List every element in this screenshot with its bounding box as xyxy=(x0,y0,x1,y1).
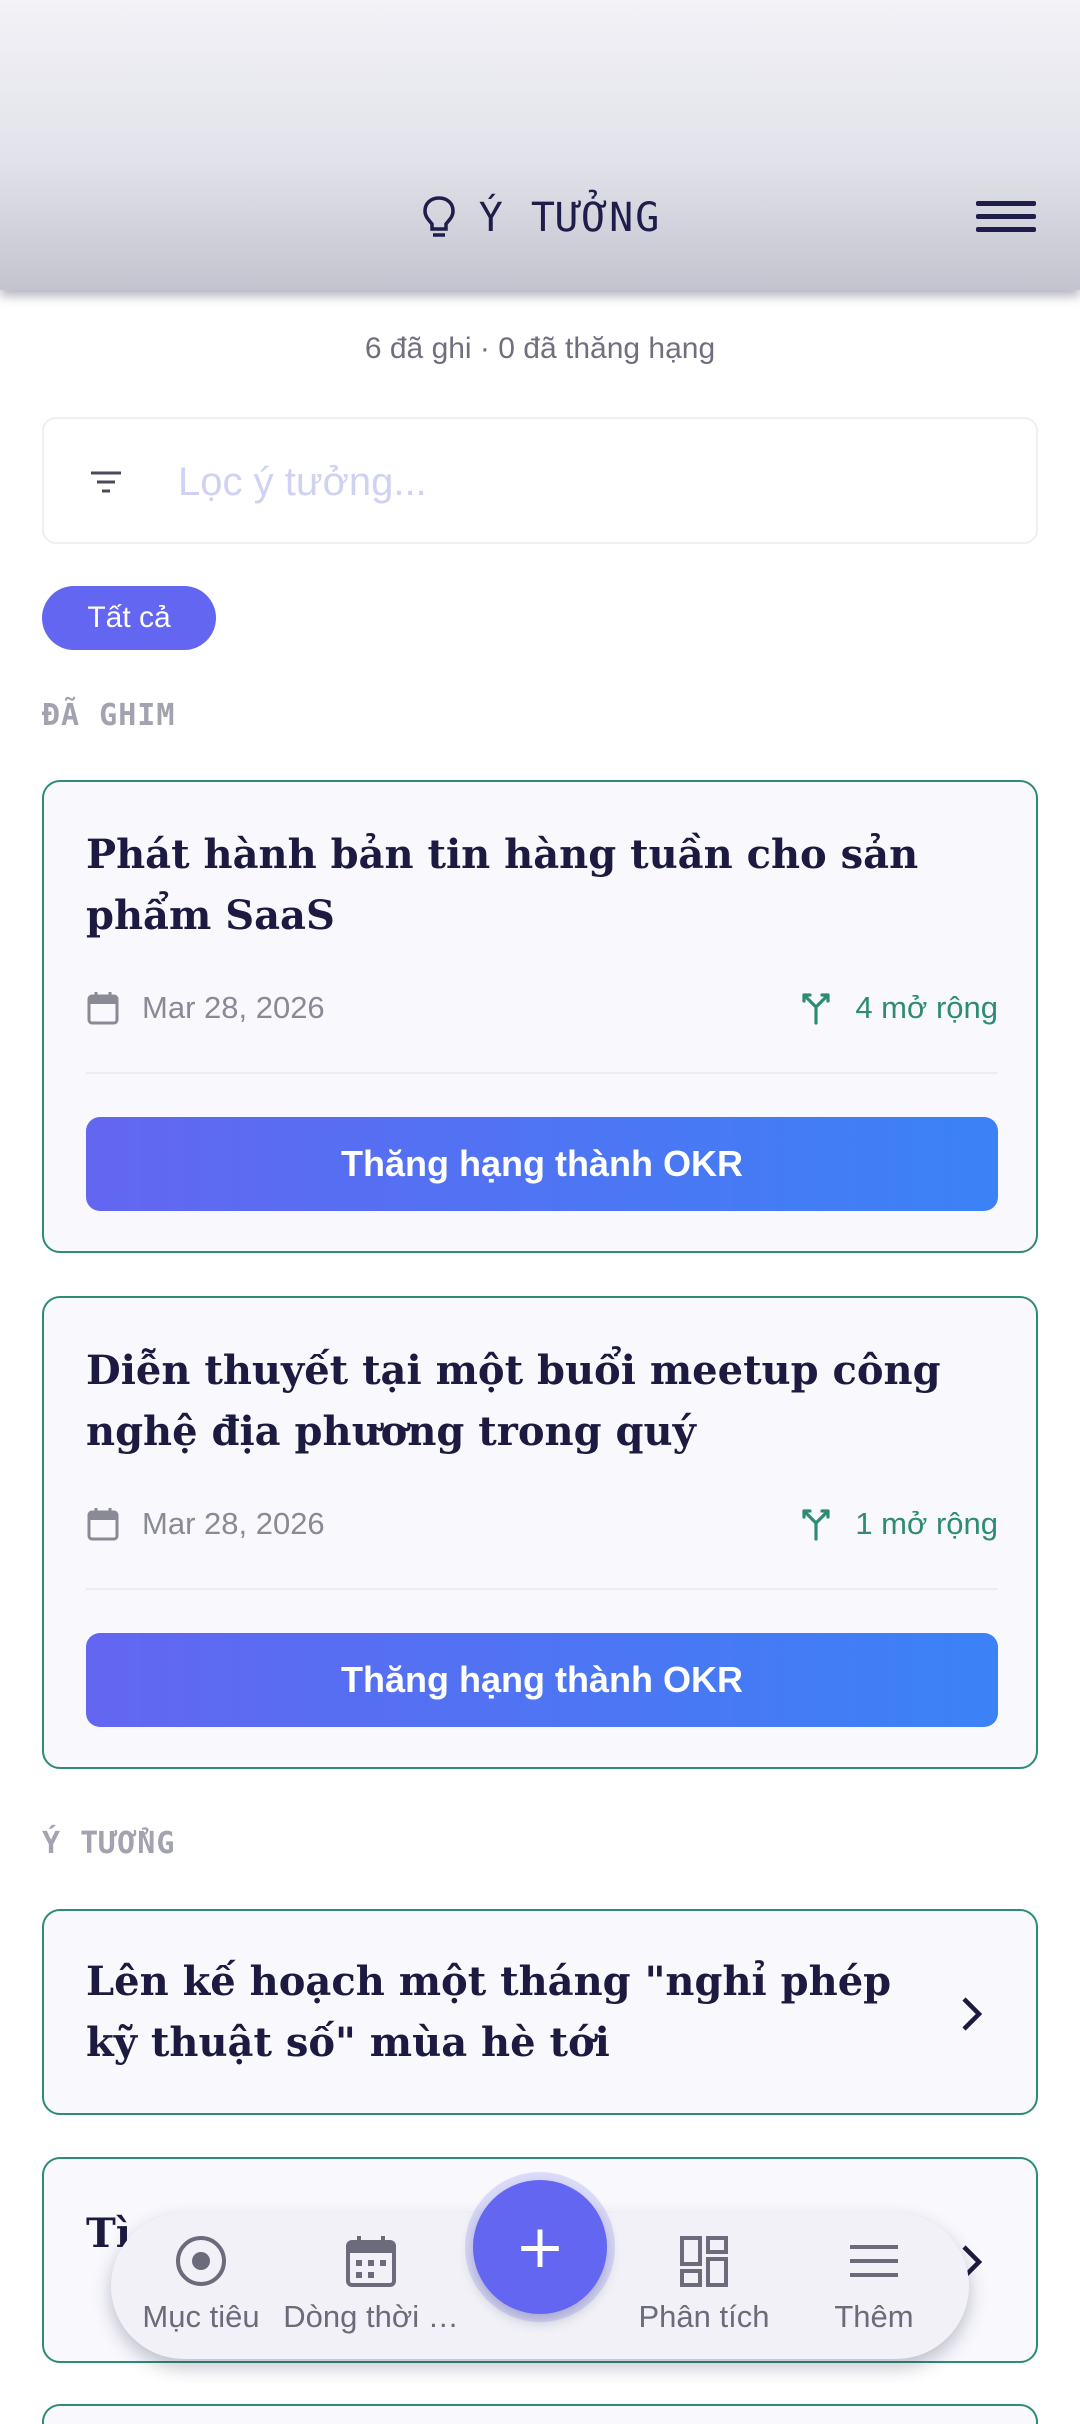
pinned-idea-card[interactable]: Diễn thuyết tại một buổi meetup công ngh… xyxy=(42,1296,1038,1769)
nav-label: Phân tích xyxy=(638,2299,770,2334)
calendar-icon xyxy=(346,2236,396,2287)
card-divider xyxy=(86,1072,998,1074)
nav-item-more[interactable]: Thêm xyxy=(784,2233,964,2353)
section-label-ideas: Ý TƯỞNG xyxy=(42,1826,176,1861)
nav-item-goals[interactable]: Mục tiêu xyxy=(111,2233,291,2353)
card-meta: Mar 28, 2026 1 mở rộng xyxy=(86,1504,998,1544)
page-title: Ý TƯỞNG xyxy=(478,195,662,241)
idea-card[interactable] xyxy=(42,2404,1038,2424)
promote-to-okr-button[interactable]: Thăng hạng thành OKR xyxy=(86,1633,998,1727)
filter-field[interactable] xyxy=(42,417,1038,544)
pinned-idea-card[interactable]: Phát hành bản tin hàng tuần cho sản phẩm… xyxy=(42,780,1038,1253)
card-expansions: 4 mở rộng xyxy=(855,990,998,1025)
nav-label: Thêm xyxy=(834,2299,914,2334)
card-meta: Mar 28, 2026 4 mở rộng xyxy=(86,988,998,1028)
card-title: Diễn thuyết tại một buổi meetup công ngh… xyxy=(86,1347,941,1455)
nav-item-timeline[interactable]: Dòng thời … xyxy=(281,2233,461,2353)
card-date: Mar 28, 2026 xyxy=(142,1506,325,1541)
nav-label: Mục tiêu xyxy=(142,2299,260,2334)
card-title: Lên kế hoạch một tháng "nghỉ phép kỹ thu… xyxy=(86,1958,892,2066)
chevron-right-icon xyxy=(962,1997,983,2031)
target-icon xyxy=(176,2236,226,2286)
dashboard-icon xyxy=(680,2236,728,2287)
menu-icon xyxy=(850,2245,898,2277)
calendar-icon xyxy=(87,992,119,1025)
nav-label: Dòng thời … xyxy=(283,2299,459,2334)
header-title: Ý TƯỞNG xyxy=(0,188,1080,248)
add-idea-button[interactable]: + xyxy=(473,2180,607,2314)
nav-item-analytics[interactable]: Phân tích xyxy=(614,2233,794,2353)
stats-summary: 6 đã ghi · 0 đã thăng hạng xyxy=(364,332,716,365)
filter-input[interactable] xyxy=(178,449,998,515)
card-expansions: 1 mở rộng xyxy=(855,1506,998,1541)
section-label-pinned: ĐÃ GHIM xyxy=(42,698,176,733)
idea-card[interactable]: Lên kế hoạch một tháng "nghỉ phép kỹ thu… xyxy=(42,1909,1038,2115)
lightbulb-icon xyxy=(422,196,455,237)
promote-to-okr-button[interactable]: Thăng hạng thành OKR xyxy=(86,1117,998,1211)
filter-chip-all[interactable]: Tất cả xyxy=(42,586,216,650)
branch-icon xyxy=(802,993,830,1025)
filter-icon xyxy=(91,471,121,493)
card-divider xyxy=(86,1588,998,1590)
branch-icon xyxy=(802,1509,830,1541)
card-date: Mar 28, 2026 xyxy=(142,990,325,1025)
app-header: Ý TƯỞNG xyxy=(0,0,1080,290)
card-title: Phát hành bản tin hàng tuần cho sản phẩm… xyxy=(86,831,919,939)
calendar-icon xyxy=(87,1508,119,1541)
hamburger-menu-icon[interactable] xyxy=(976,190,1036,242)
